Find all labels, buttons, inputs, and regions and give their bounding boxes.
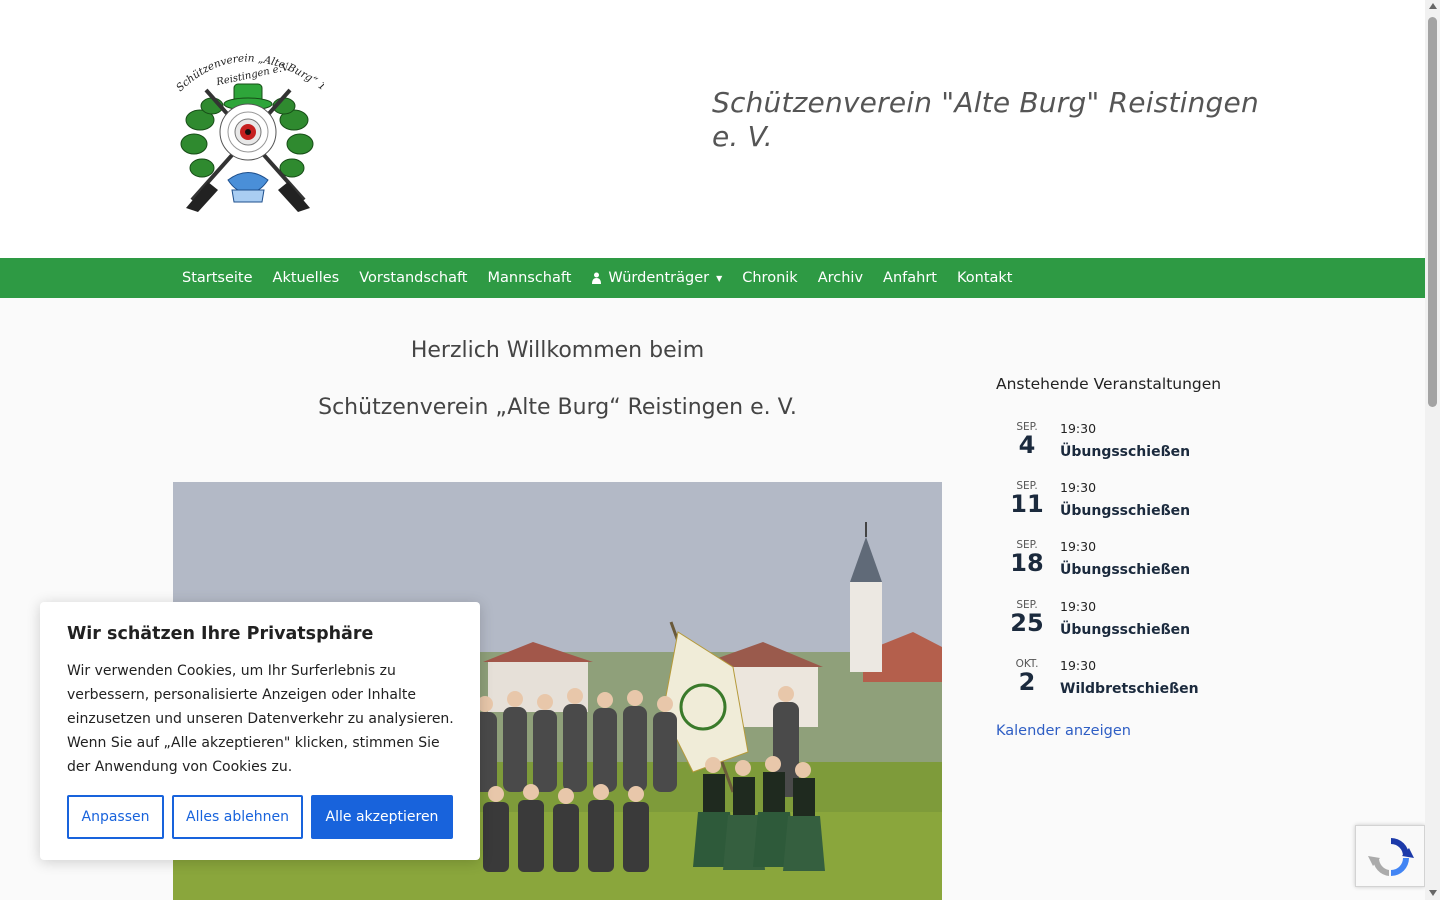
event-item[interactable]: OKT. 2 19:30 Wildbretschießen xyxy=(996,658,1256,714)
cookie-description: Wir verwenden Cookies, um Ihr Surferlebn… xyxy=(67,663,454,775)
event-day: 2 xyxy=(1018,668,1036,696)
scrollbar-thumb[interactable] xyxy=(1428,17,1437,407)
nav-item-startseite[interactable]: Startseite xyxy=(172,258,263,298)
event-item[interactable]: SEP. 25 19:30 Übungsschießen xyxy=(996,599,1256,655)
nav-item-chronik[interactable]: Chronik xyxy=(732,258,807,298)
page-scrollbar[interactable] xyxy=(1425,0,1440,900)
caret-down-icon: ▼ xyxy=(716,273,723,283)
nav-item-archiv[interactable]: Archiv xyxy=(808,258,873,298)
event-day: 18 xyxy=(1010,549,1044,577)
event-title-link[interactable]: Wildbretschießen xyxy=(1060,681,1199,697)
nav-item-kontakt[interactable]: Kontakt xyxy=(947,258,1023,298)
show-calendar-link[interactable]: Kalender anzeigen xyxy=(996,723,1131,739)
club-logo[interactable]: Schützenverein „Alte Burg“ 1906 Reisting… xyxy=(169,31,328,212)
person-icon xyxy=(592,272,602,284)
nav-item-vorstandschaft[interactable]: Vorstandschaft xyxy=(349,258,477,298)
event-time: 19:30 xyxy=(1060,421,1097,436)
site-header: Schützenverein „Alte Burg“ 1906 Reisting… xyxy=(0,0,1425,258)
event-day: 11 xyxy=(1010,490,1044,518)
welcome-heading-line1: Herzlich Willkommen beim xyxy=(410,338,705,363)
nav-item-aktuelles[interactable]: Aktuelles xyxy=(263,258,350,298)
nav-label: Chronik xyxy=(742,270,798,286)
event-time: 19:30 xyxy=(1060,599,1097,614)
event-time: 19:30 xyxy=(1060,539,1097,554)
event-time: 19:30 xyxy=(1060,658,1097,673)
recaptcha-badge[interactable] xyxy=(1355,825,1425,887)
main-navigation: Startseite Aktuelles Vorstandschaft Mann… xyxy=(0,258,1425,298)
event-item[interactable]: SEP. 4 19:30 Übungsschießen xyxy=(996,421,1256,477)
nav-label: Mannschaft xyxy=(487,270,572,286)
nav-label: Aktuelles xyxy=(272,270,340,286)
welcome-heading-line2: Schützenverein „Alte Burg“ Reistingen e.… xyxy=(318,395,797,420)
event-item[interactable]: SEP. 18 19:30 Übungsschießen xyxy=(996,539,1256,595)
event-title-link[interactable]: Übungsschießen xyxy=(1060,622,1190,638)
event-title-link[interactable]: Übungsschießen xyxy=(1060,503,1190,519)
nav-item-anfahrt[interactable]: Anfahrt xyxy=(873,258,947,298)
scroll-up-icon[interactable] xyxy=(1429,3,1437,9)
reject-all-button[interactable]: Alles ablehnen xyxy=(172,795,303,839)
event-title-link[interactable]: Übungsschießen xyxy=(1060,444,1190,460)
cookie-title: Wir schätzen Ihre Privatsphäre xyxy=(67,624,374,644)
nav-label: Archiv xyxy=(817,270,864,286)
event-day: 4 xyxy=(1018,431,1036,459)
event-item[interactable]: SEP. 11 19:30 Übungsschießen xyxy=(996,480,1256,536)
event-day: 25 xyxy=(1010,609,1044,637)
nav-label: Würdenträger xyxy=(608,270,710,286)
site-title[interactable]: Schützenverein "Alte Burg" Reistingen e.… xyxy=(712,86,1272,154)
nav-label: Vorstandschaft xyxy=(359,270,468,286)
event-time: 19:30 xyxy=(1060,480,1097,495)
club-emblem-icon: Schützenverein „Alte Burg“ 1906 Reisting… xyxy=(169,31,328,212)
event-title-link[interactable]: Übungsschießen xyxy=(1060,562,1190,578)
upcoming-events-title: Anstehende Veranstaltungen xyxy=(996,375,1222,393)
cookie-consent-banner: Wir schätzen Ihre Privatsphäre Wir verwe… xyxy=(40,602,480,860)
nav-label: Kontakt xyxy=(956,270,1013,286)
nav-item-mannschaft[interactable]: Mannschaft xyxy=(478,258,582,298)
nav-label: Anfahrt xyxy=(883,270,937,286)
nav-label: Startseite xyxy=(182,270,253,286)
accept-all-button[interactable]: Alle akzeptieren xyxy=(311,795,453,839)
scroll-down-icon[interactable] xyxy=(1429,890,1437,896)
customize-button[interactable]: Anpassen xyxy=(67,795,164,839)
recaptcha-icon xyxy=(1368,838,1414,876)
nav-item-wuerdentraeger[interactable]: Würdenträger ▼ xyxy=(581,258,732,298)
